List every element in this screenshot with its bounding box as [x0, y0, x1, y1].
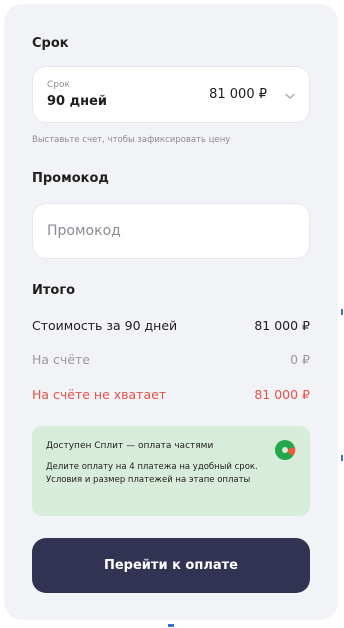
- total-row-value: 0 ₽: [290, 352, 310, 367]
- total-row-label: Стоимость за 90 дней: [32, 318, 178, 333]
- edge-marker: [168, 624, 174, 627]
- split-logo-icon: [275, 440, 296, 460]
- chevron-down-icon: [285, 93, 295, 99]
- split-banner-title: Доступен Сплит — оплата частями: [46, 441, 214, 451]
- split-banner[interactable]: Доступен Сплит — оплата частями Делите о…: [32, 426, 310, 516]
- total-section-title: Итого: [32, 283, 76, 298]
- total-row-label: На счёте: [32, 352, 90, 367]
- proceed-to-payment-button[interactable]: Перейти к оплате: [32, 538, 310, 593]
- total-row-value: 81 000 ₽: [254, 318, 310, 333]
- term-select-value: 90 дней: [47, 94, 108, 109]
- promo-code-input[interactable]: [32, 203, 310, 259]
- term-select-price: 81 000 ₽: [209, 87, 267, 102]
- term-section-title: Срок: [32, 36, 69, 51]
- term-select-label: Срок: [47, 80, 70, 90]
- total-row-label: На счёте не хватает: [32, 387, 167, 402]
- term-select[interactable]: Срок 90 дней 81 000 ₽: [32, 66, 310, 123]
- term-hint: Выставьте счет, чтобы зафиксировать цену: [32, 135, 231, 145]
- split-banner-text: Делите оплату на 4 платежа на удобный ср…: [46, 462, 258, 485]
- edge-marker: [341, 309, 343, 315]
- promo-section-title: Промокод: [32, 171, 109, 186]
- edge-marker: [341, 455, 343, 461]
- total-row-value: 81 000 ₽: [254, 387, 310, 402]
